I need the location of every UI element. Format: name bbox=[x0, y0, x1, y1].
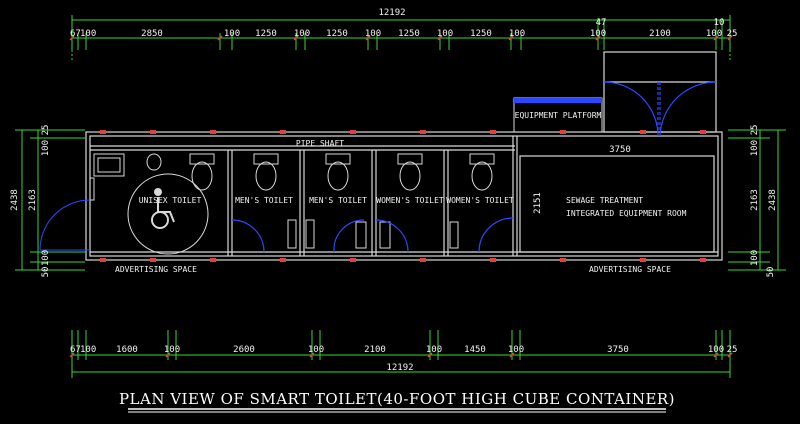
dim-label: 2438 bbox=[768, 189, 778, 211]
dim-label: 100 bbox=[426, 345, 442, 355]
dim-label: 100 bbox=[308, 345, 324, 355]
dim-label: 100 bbox=[224, 29, 240, 39]
dim-label: 1250 bbox=[398, 29, 420, 39]
dim-label: 100 bbox=[365, 29, 381, 39]
dim-label: 100 bbox=[708, 345, 724, 355]
dim-label: 100 bbox=[508, 345, 524, 355]
dim-label: 25 bbox=[41, 125, 51, 136]
dim-label: 100 bbox=[80, 345, 96, 355]
dim-label: 100 bbox=[590, 29, 606, 39]
dim-label: 2438 bbox=[10, 189, 20, 211]
dim-label: 100 bbox=[509, 29, 525, 39]
dim-label: 2163 bbox=[750, 189, 760, 211]
dim-label: 1250 bbox=[326, 29, 348, 39]
pipe-shaft-label: PIPE SHAFT bbox=[296, 139, 344, 148]
wheelchair-icon bbox=[151, 188, 175, 229]
dim-label: 100 bbox=[750, 140, 760, 156]
equipment-platform-label: EQUIPMENT PLATFORM bbox=[515, 111, 602, 120]
dim-label: 100 bbox=[41, 140, 51, 156]
sewage-width-dim: 3750 bbox=[609, 145, 631, 155]
dim-label: 50 bbox=[766, 267, 776, 278]
right-dimension-labels: 25 100 2163 2438 100 50 bbox=[750, 125, 778, 278]
dim-label: 1250 bbox=[255, 29, 277, 39]
advertising-left-label: ADVERTISING SPACE bbox=[115, 265, 197, 274]
dim-label: 1450 bbox=[464, 345, 486, 355]
dim-label: 100 bbox=[294, 29, 310, 39]
sewage-room-label-1: SEWAGE TREATMENT bbox=[566, 196, 643, 205]
mens-toilet-label-2: MEN'S TOILET bbox=[309, 196, 367, 205]
sewage-room-label-2: INTEGRATED EQUIPMENT ROOM bbox=[566, 209, 687, 218]
dim-label: 1250 bbox=[470, 29, 492, 39]
dim-label: 25 bbox=[727, 29, 738, 39]
dim-label: 100 bbox=[750, 250, 760, 266]
dim-label: 2850 bbox=[141, 29, 163, 39]
floor-plan-drawing: 12192 47 10 67 100 2850 100 1250 100 125… bbox=[10, 8, 786, 413]
dim-label: 2100 bbox=[364, 345, 386, 355]
dim-label: 100 bbox=[706, 29, 722, 39]
dim-label: 2600 bbox=[233, 345, 255, 355]
entrance-doors bbox=[603, 51, 717, 137]
left-dimension-labels: 25 100 2163 2438 100 50 bbox=[10, 125, 51, 278]
bottom-dimension-labels: 67 100 1600 100 2600 100 2100 100 1450 1… bbox=[70, 345, 737, 355]
dim-label: 100 bbox=[41, 250, 51, 266]
top-small-dim-right: 10 bbox=[714, 18, 725, 28]
dim-label: 100 bbox=[164, 345, 180, 355]
drawing-title: PLAN VIEW OF SMART TOILET(40-FOOT HIGH C… bbox=[119, 390, 675, 408]
dim-label: 50 bbox=[41, 267, 51, 278]
dim-label: 2163 bbox=[28, 189, 38, 211]
overall-length-bottom: 12192 bbox=[386, 363, 413, 373]
sewage-height-dim: 2151 bbox=[533, 192, 543, 214]
overall-length-top: 12192 bbox=[378, 8, 405, 18]
unisex-toilet-label: UNISEX TOILET bbox=[139, 196, 202, 205]
dim-label: 25 bbox=[750, 125, 760, 136]
womens-toilet-label-1: WOMEN'S TOILET bbox=[376, 196, 444, 205]
dim-label: 100 bbox=[80, 29, 96, 39]
dim-label: 2100 bbox=[649, 29, 671, 39]
dim-label: 25 bbox=[727, 345, 738, 355]
dim-label: 100 bbox=[437, 29, 453, 39]
dim-label: 3750 bbox=[607, 345, 629, 355]
mens-toilet-label-1: MEN'S TOILET bbox=[235, 196, 293, 205]
advertising-right-label: ADVERTISING SPACE bbox=[589, 265, 671, 274]
dim-label: 1600 bbox=[116, 345, 138, 355]
womens-toilet-label-2: WOMEN'S TOILET bbox=[446, 196, 514, 205]
top-small-dim: 47 bbox=[596, 18, 607, 28]
